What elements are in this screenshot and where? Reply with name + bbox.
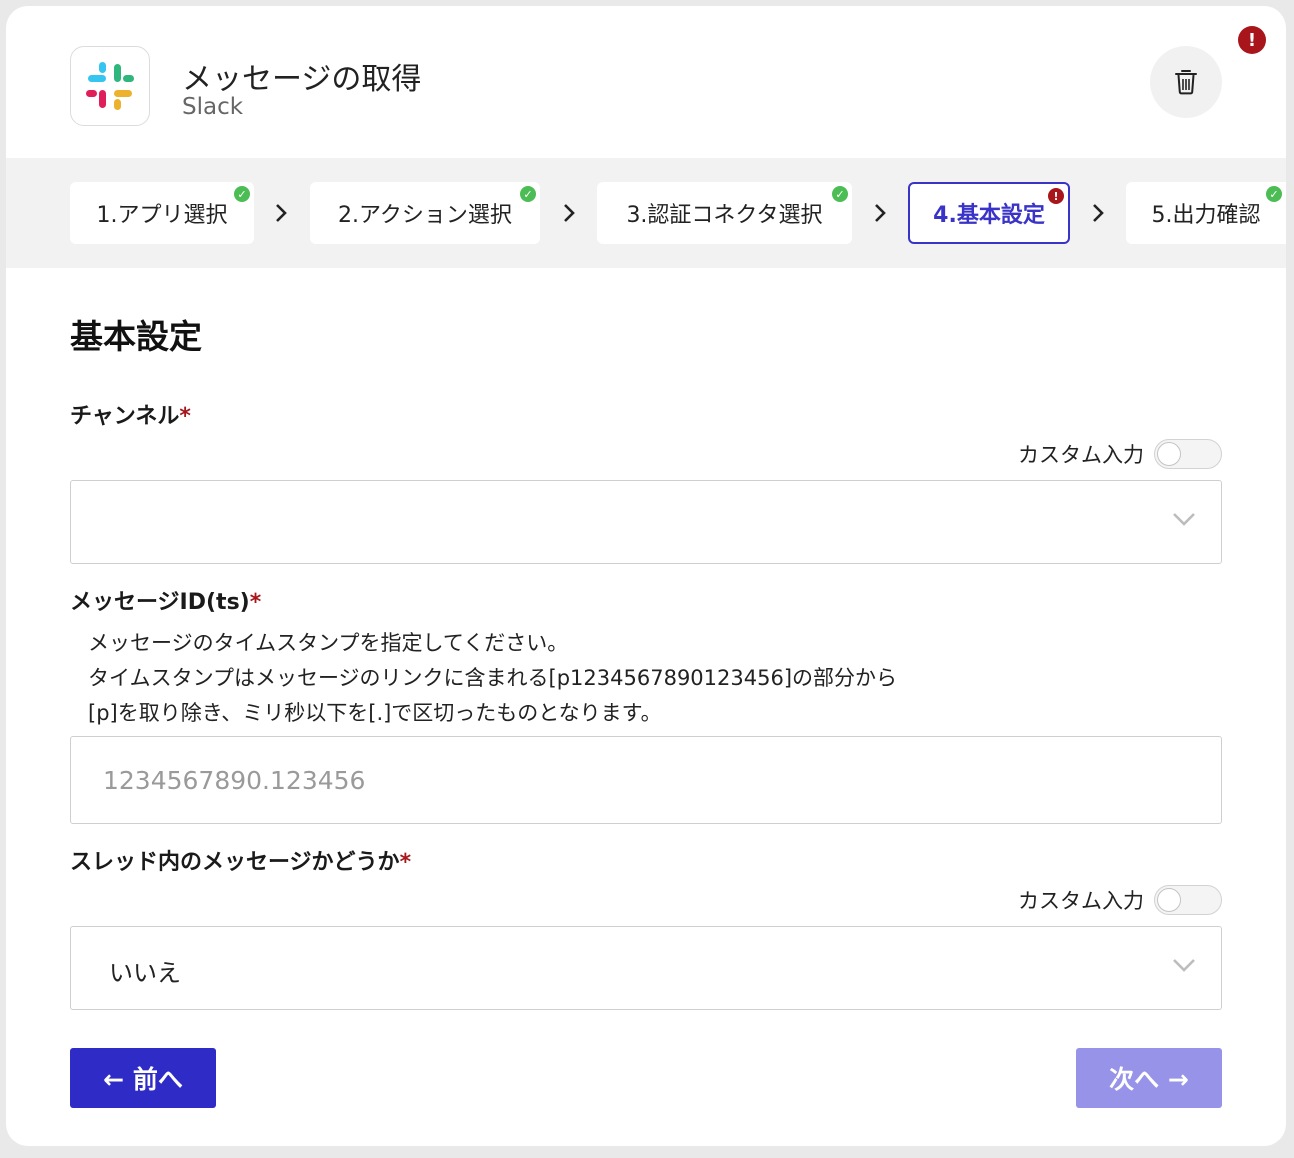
prev-button[interactable]: ← 前へ <box>70 1048 216 1108</box>
step-navigation: 1.アプリ選択 ✓ 2.アクション選択 ✓ 3.認証コネクタ選択 ✓ 4.基本設… <box>6 158 1286 268</box>
error-icon: ! <box>1048 188 1064 204</box>
task-settings-card: メッセージの取得 Slack ! 1.アプリ選択 ✓ 2.アクション選択 ✓ 3… <box>6 6 1286 1146</box>
error-badge-icon: ! <box>1238 26 1266 54</box>
in-thread-custom-input-row: カスタム入力 <box>1018 884 1222 916</box>
next-button[interactable]: 次へ → <box>1076 1048 1222 1108</box>
section-title: 基本設定 <box>70 317 202 356</box>
step-connector-select[interactable]: 3.認証コネクタ選択 ✓ <box>597 182 852 244</box>
check-icon: ✓ <box>234 186 250 202</box>
step-label: 3.認証コネクタ選択 <box>626 203 823 228</box>
slack-logo-icon <box>70 46 150 126</box>
custom-input-label: カスタム入力 <box>1018 443 1144 467</box>
message-id-label: メッセージID(ts)* <box>70 590 262 615</box>
custom-input-label: カスタム入力 <box>1018 889 1144 913</box>
trash-icon <box>1175 70 1197 95</box>
step-basic-settings[interactable]: 4.基本設定 ! <box>908 182 1070 244</box>
in-thread-select[interactable]: いいえ <box>70 926 1222 1010</box>
in-thread-label: スレッド内のメッセージかどうか* <box>70 850 412 875</box>
chevron-right-icon <box>564 204 575 222</box>
chevron-right-icon <box>276 204 287 222</box>
channel-custom-input-toggle[interactable] <box>1154 439 1222 469</box>
step-label: 5.出力確認 <box>1151 203 1261 228</box>
check-icon: ✓ <box>1266 186 1282 202</box>
step-app-select[interactable]: 1.アプリ選択 ✓ <box>70 182 254 244</box>
channel-custom-input-row: カスタム入力 <box>1018 438 1222 470</box>
check-icon: ✓ <box>520 186 536 202</box>
page-title: メッセージの取得 <box>182 62 422 97</box>
step-output-check[interactable]: 5.出力確認 ✓ <box>1126 182 1286 244</box>
app-name: Slack <box>182 94 244 120</box>
message-id-input[interactable] <box>70 736 1222 824</box>
in-thread-custom-input-toggle[interactable] <box>1154 885 1222 915</box>
chevron-down-icon <box>1173 959 1195 972</box>
chevron-right-icon <box>1093 204 1104 222</box>
step-label: 2.アクション選択 <box>338 203 512 228</box>
step-action-select[interactable]: 2.アクション選択 ✓ <box>310 182 540 244</box>
chevron-right-icon <box>875 204 886 222</box>
step-label: 1.アプリ選択 <box>96 203 228 228</box>
message-id-help-text: メッセージのタイムスタンプを指定してください。 タイムスタンプはメッセージのリン… <box>88 631 898 725</box>
in-thread-select-value: いいえ <box>109 959 181 987</box>
channel-select[interactable] <box>70 480 1222 564</box>
step-label: 4.基本設定 <box>933 203 1045 228</box>
check-icon: ✓ <box>832 186 848 202</box>
delete-button[interactable] <box>1150 46 1222 118</box>
chevron-down-icon <box>1173 513 1195 526</box>
channel-label: チャンネル* <box>70 404 191 429</box>
